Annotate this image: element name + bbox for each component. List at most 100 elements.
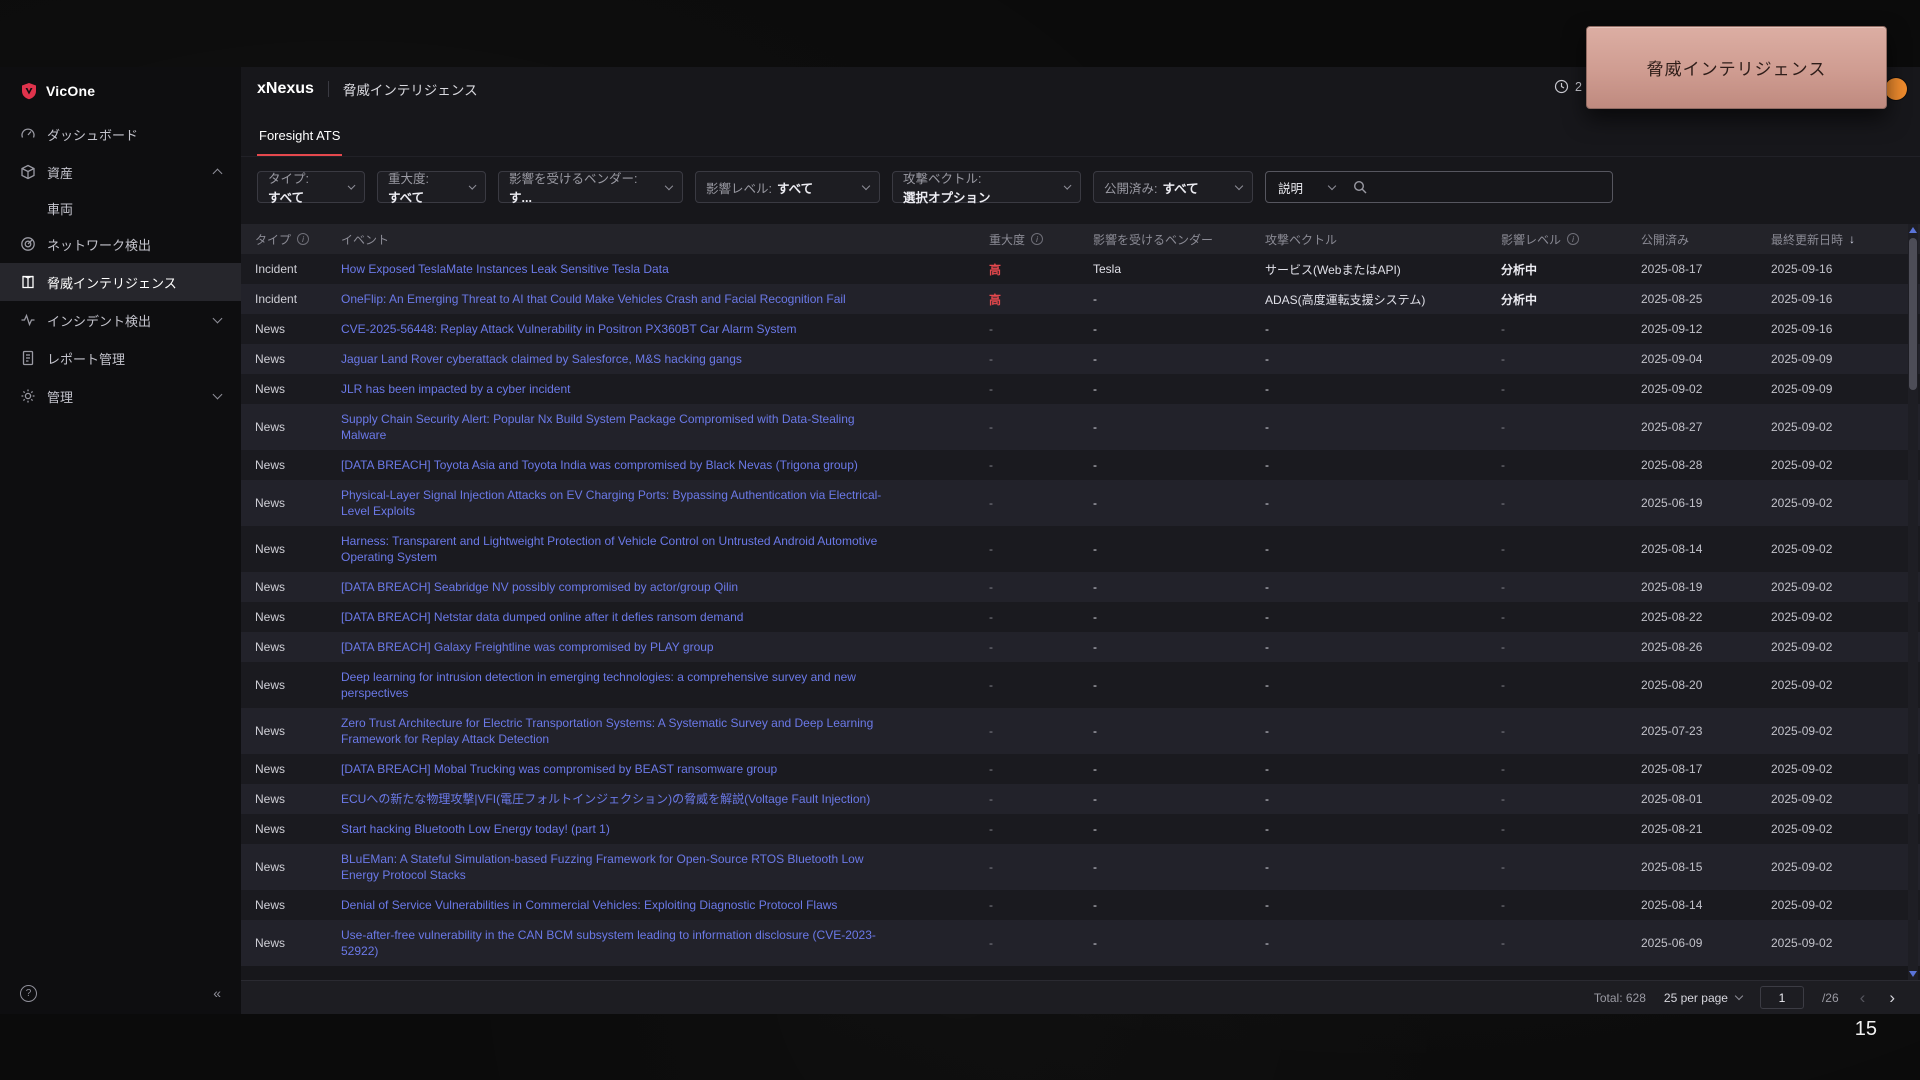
sidebar-item-label: 脅威インテリジェンス: [47, 275, 177, 291]
event-link[interactable]: Use-after-free vulnerability in the CAN …: [341, 927, 901, 959]
event-link[interactable]: Supply Chain Security Alert: Popular Nx …: [341, 411, 901, 443]
row-published: 2025-08-15: [1641, 860, 1703, 874]
page-total: /26: [1821, 990, 1839, 1005]
sidebar-item-threat-intelligence[interactable]: 脅威インテリジェンス: [0, 263, 241, 301]
page-input[interactable]: 1: [1759, 986, 1804, 1009]
sidebar-item-dashboard[interactable]: ダッシュボード: [0, 115, 241, 153]
total-count: Total: 628: [1593, 990, 1646, 1005]
sidebar-item-label: 車両: [47, 201, 74, 217]
chevron-down-icon: [1327, 181, 1337, 190]
search-input[interactable]: [1367, 180, 1612, 194]
table-row: News JLR has been impacted by a cyber in…: [241, 374, 1920, 404]
event-link[interactable]: Zero Trust Architecture for Electric Tra…: [341, 715, 901, 747]
next-page-button[interactable]: ›: [1886, 989, 1898, 1006]
event-link[interactable]: [DATA BREACH] Mobal Trucking was comprom…: [341, 761, 777, 777]
sidebar-item-incident-detection[interactable]: インシデント検出: [0, 301, 241, 339]
filter-type[interactable]: タイプ:すべて: [257, 171, 365, 205]
tab-foresight-ats[interactable]: Foresight ATS: [257, 118, 343, 156]
info-icon[interactable]: i: [297, 233, 310, 245]
row-published: 2025-08-26: [1641, 640, 1703, 654]
event-link[interactable]: Harness: Transparent and Lightweight Pro…: [341, 533, 901, 565]
row-event: Supply Chain Security Alert: Popular Nx …: [341, 404, 989, 450]
event-link[interactable]: [DATA BREACH] Toyota Asia and Toyota Ind…: [341, 457, 858, 473]
row-event: OneFlip: An Emerging Threat to AI that C…: [341, 284, 989, 314]
sidebar-item-report-management[interactable]: レポート管理: [0, 339, 241, 377]
event-link[interactable]: CVE-2025-56448: Replay Attack Vulnerabil…: [341, 321, 797, 337]
row-vector: -: [1265, 822, 1269, 836]
sidebar-item-label: ダッシュボード: [47, 127, 139, 143]
scroll-up-icon[interactable]: [1909, 227, 1917, 233]
row-vendor: -: [1093, 822, 1097, 836]
row-impact-level: -: [1501, 610, 1505, 624]
avatar[interactable]: [1885, 78, 1907, 100]
row-type: News: [255, 792, 286, 806]
row-severity: -: [989, 762, 993, 776]
row-impact-level: -: [1501, 678, 1505, 692]
event-link[interactable]: [DATA BREACH] Netstar data dumped online…: [341, 609, 743, 625]
search-field-select[interactable]: 説明: [1266, 172, 1347, 202]
row-event: BLuEMan: A Stateful Simulation-based Fuz…: [341, 844, 989, 890]
filter-affected-vendor[interactable]: 影響を受けるベンダー:す...: [498, 171, 683, 205]
help-button[interactable]: ?: [20, 984, 37, 1002]
info-icon[interactable]: i: [1567, 233, 1580, 245]
event-link[interactable]: JLR has been impacted by a cyber inciden…: [341, 381, 570, 397]
sidebar-item-network-detection[interactable]: ネットワーク検出: [0, 225, 241, 263]
row-published: 2025-08-25: [1641, 292, 1703, 306]
row-vendor: -: [1093, 724, 1097, 738]
prev-page-button[interactable]: ‹: [1857, 989, 1869, 1006]
event-link[interactable]: ECUへの新たな物理攻撃|VFI(電圧フォルトインジェクション)の脅威を解説(V…: [341, 791, 870, 807]
row-event: Denial of Service Vulnerabilities in Com…: [341, 890, 989, 920]
table-scrollbar[interactable]: [1908, 224, 1918, 980]
row-impact-level: 分析中: [1501, 292, 1538, 307]
gear-icon: [20, 388, 36, 404]
row-impact-level: -: [1501, 352, 1505, 366]
row-severity: -: [989, 382, 993, 396]
row-updated: 2025-09-02: [1771, 678, 1833, 692]
event-link[interactable]: Denial of Service Vulnerabilities in Com…: [341, 897, 837, 913]
event-link[interactable]: BLuEMan: A Stateful Simulation-based Fuz…: [341, 851, 901, 883]
filter-severity[interactable]: 重大度:すべて: [377, 171, 486, 205]
table-row: News [DATA BREACH] Toyota Asia and Toyot…: [241, 450, 1920, 480]
row-severity: -: [989, 610, 993, 624]
row-event: How Exposed TeslaMate Instances Leak Sen…: [341, 254, 989, 284]
row-severity: -: [989, 496, 993, 510]
filter-published[interactable]: 公開済み: すべて: [1093, 171, 1253, 203]
row-impact-level: -: [1501, 792, 1505, 806]
scrollbar-thumb[interactable]: [1909, 238, 1917, 390]
info-icon[interactable]: i: [1031, 233, 1044, 245]
scroll-down-icon[interactable]: [1909, 971, 1917, 977]
radar-icon: [20, 236, 36, 252]
per-page-select[interactable]: 25 per page: [1664, 991, 1744, 1005]
sidebar-footer: ? «: [0, 972, 241, 1014]
row-event: [DATA BREACH] Galaxy Freightline was com…: [341, 632, 989, 662]
row-type: News: [255, 640, 286, 654]
event-link[interactable]: Physical-Layer Signal Injection Attacks …: [341, 487, 901, 519]
sidebar-item-vehicles[interactable]: 車両: [0, 191, 241, 225]
col-last-updated[interactable]: 最終更新日時 ↓: [1771, 231, 1920, 248]
row-impact-level: 分析中: [1501, 262, 1538, 277]
row-severity: -: [989, 580, 993, 594]
row-vendor: -: [1093, 580, 1097, 594]
row-updated: 2025-09-02: [1771, 420, 1833, 434]
collapse-sidebar-button[interactable]: «: [213, 985, 221, 1001]
row-vendor: -: [1093, 420, 1097, 434]
event-link[interactable]: OneFlip: An Emerging Threat to AI that C…: [341, 291, 846, 307]
event-link[interactable]: Deep learning for intrusion detection in…: [341, 669, 901, 701]
sidebar-item-administration[interactable]: 管理: [0, 377, 241, 415]
event-link[interactable]: [DATA BREACH] Galaxy Freightline was com…: [341, 639, 714, 655]
row-severity: -: [989, 458, 993, 472]
row-severity: -: [989, 678, 993, 692]
event-link[interactable]: Jaguar Land Rover cyberattack claimed by…: [341, 351, 742, 367]
time-range-control[interactable]: 2: [1554, 79, 1582, 94]
event-link[interactable]: [DATA BREACH] Seabridge NV possibly comp…: [341, 579, 738, 595]
sidebar-item-assets[interactable]: 資産: [0, 153, 241, 191]
event-link[interactable]: How Exposed TeslaMate Instances Leak Sen…: [341, 261, 669, 277]
filter-impact-level[interactable]: 影響レベル: すべて: [695, 171, 880, 203]
row-event: [DATA BREACH] Seabridge NV possibly comp…: [341, 572, 989, 602]
filter-attack-vector[interactable]: 攻撃ベクトル:選択オプション: [892, 171, 1081, 205]
row-type: News: [255, 898, 286, 912]
chevron-down-icon: [212, 389, 223, 400]
row-updated: 2025-09-02: [1771, 860, 1833, 874]
row-vector: -: [1265, 762, 1269, 776]
event-link[interactable]: Start hacking Bluetooth Low Energy today…: [341, 821, 610, 837]
